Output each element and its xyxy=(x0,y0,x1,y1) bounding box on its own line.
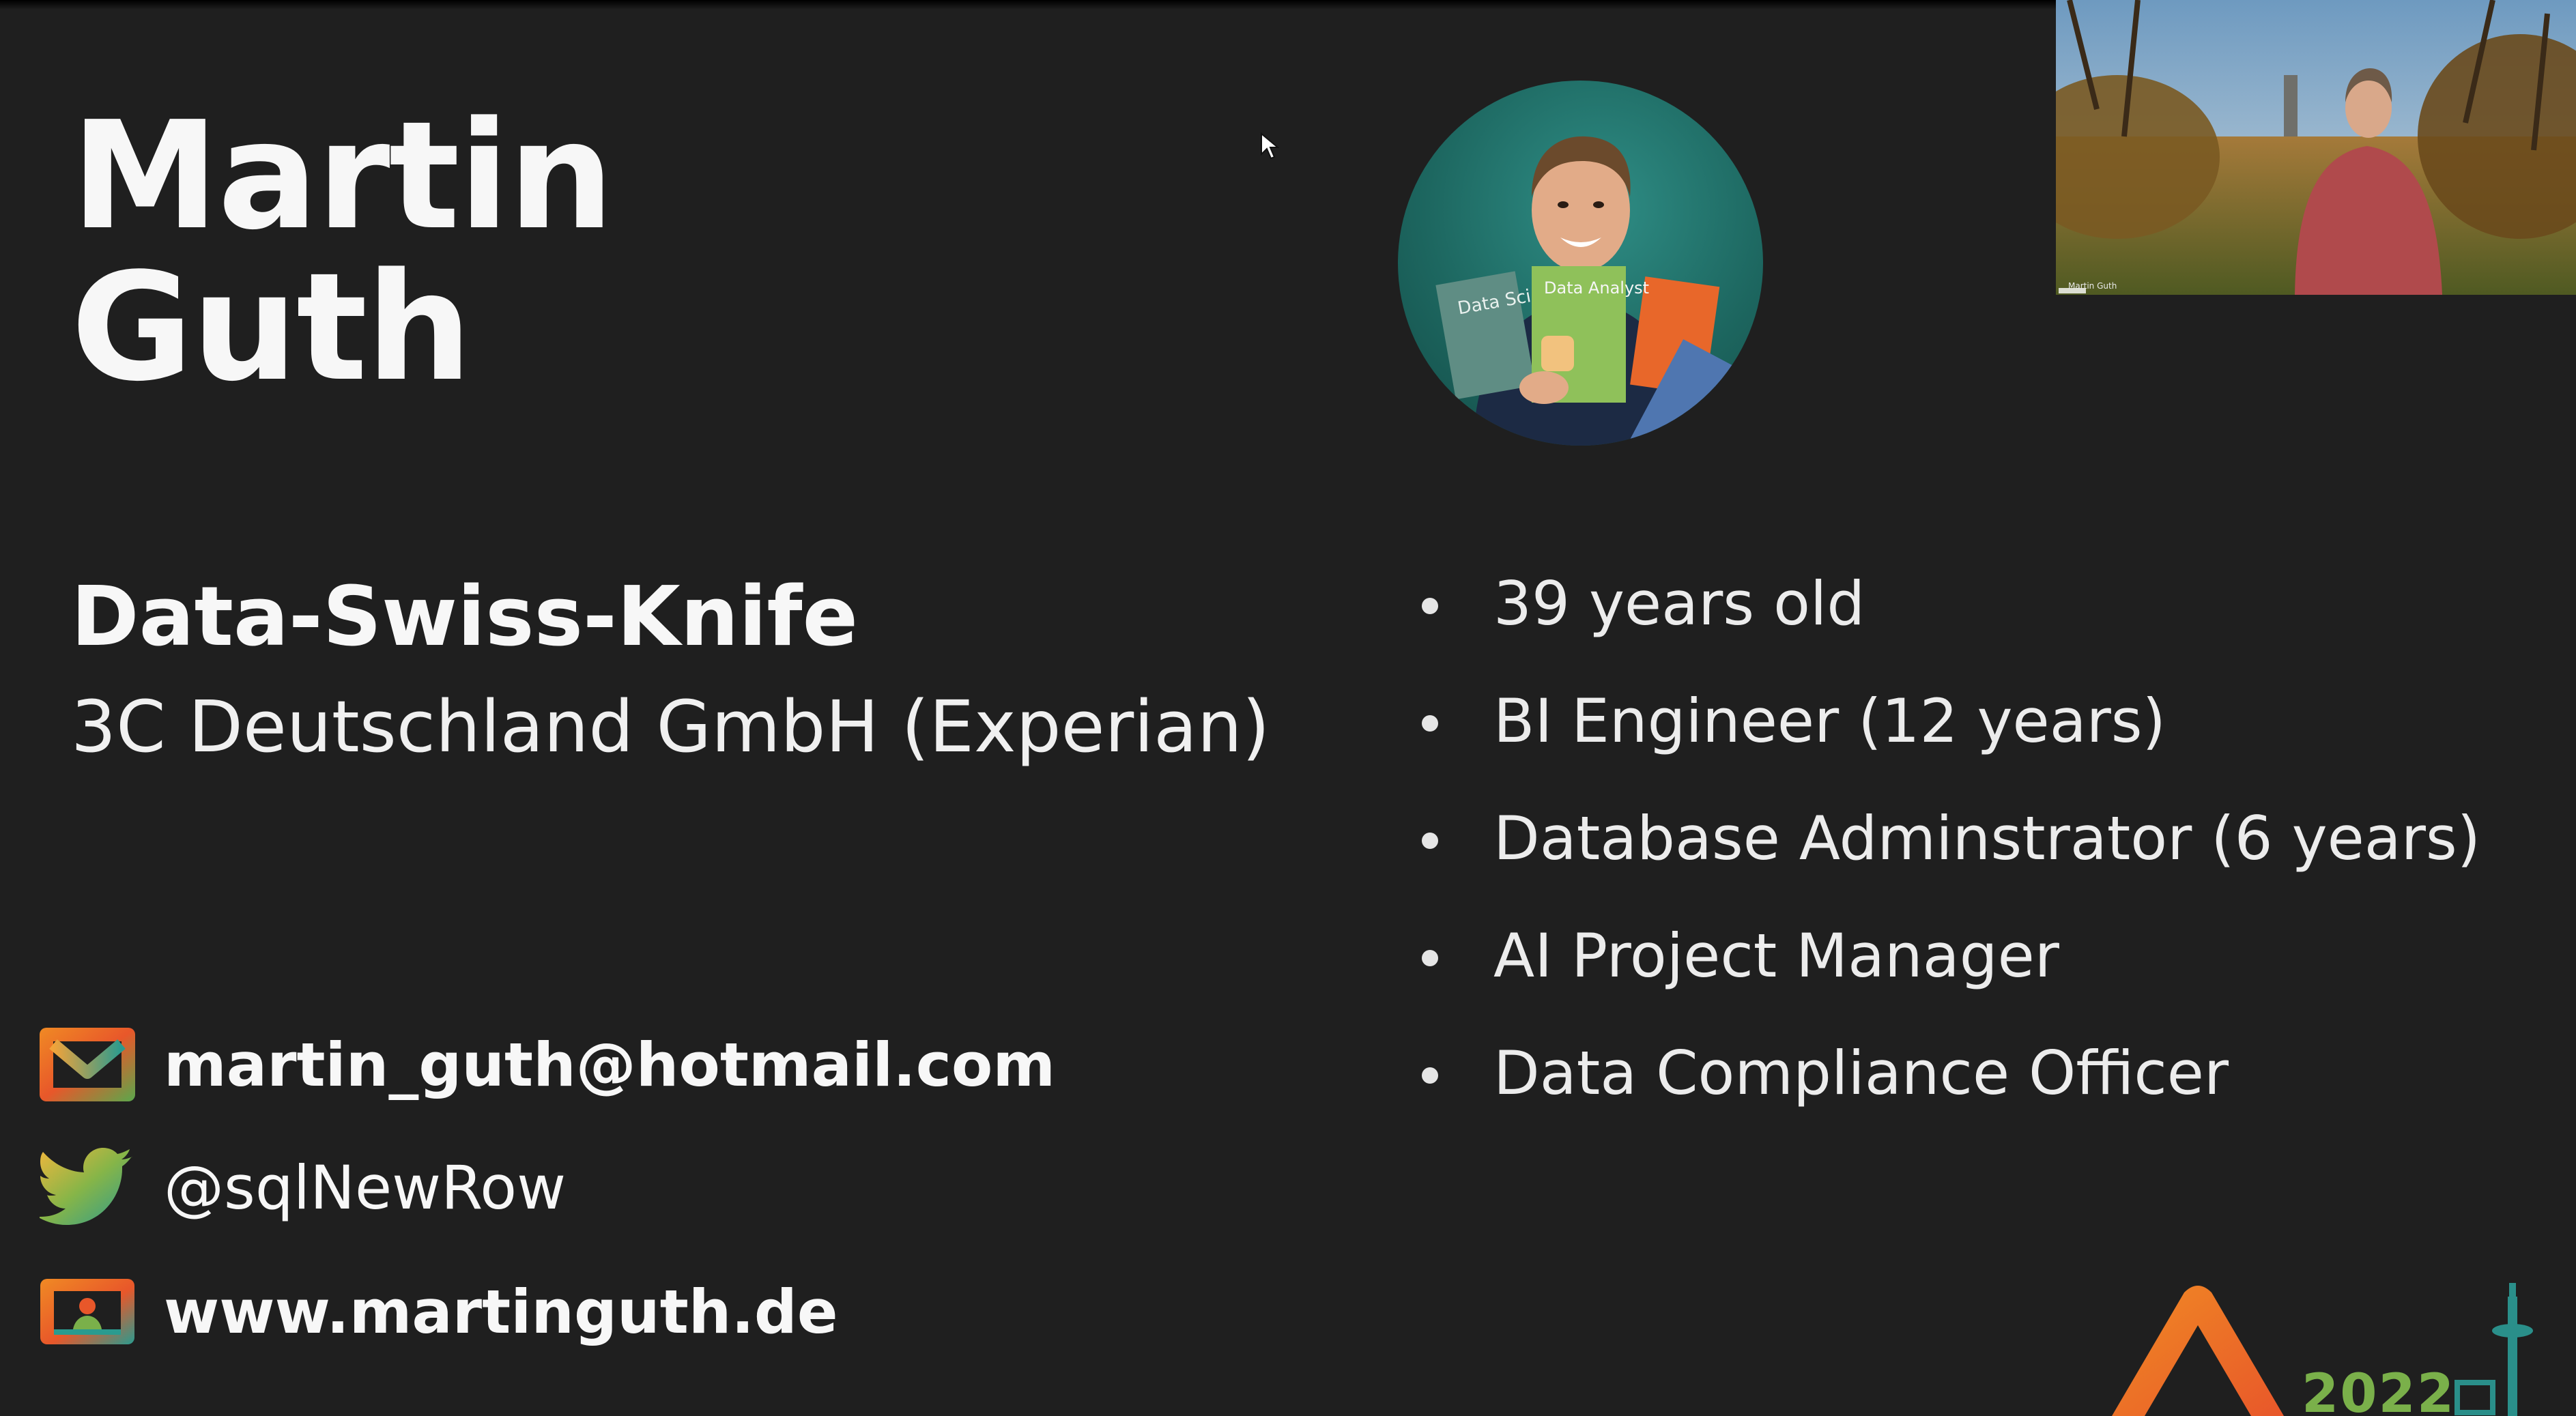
website-url[interactable]: www.martinguth.de xyxy=(164,1277,838,1347)
email-icon xyxy=(35,1017,139,1112)
webcam-thumbnail[interactable]: Martin Guth xyxy=(2056,0,2576,295)
contact-twitter: @sqlNewRow xyxy=(35,1140,566,1235)
participant-name: Martin Guth xyxy=(2068,281,2117,291)
fact-compliance: Data Compliance Officer xyxy=(1413,1029,2480,1146)
contact-website: www.martinguth.de xyxy=(35,1264,838,1359)
contact-email: martin_guth@hotmail.com xyxy=(35,1017,1055,1112)
fact-ai-pm: AI Project Manager xyxy=(1413,912,2480,1029)
fact-dba: Database Adminstrator (6 years) xyxy=(1413,794,2480,912)
fact-list: 39 years old BI Engineer (12 years) Data… xyxy=(1413,560,2480,1146)
speaker-title: Data-Swiss-Knife xyxy=(71,570,858,665)
book-title-analyst: Data Analyst xyxy=(1544,278,1649,298)
speaker-photo: Data Scientist Data Analyst xyxy=(1398,81,1763,446)
website-icon xyxy=(35,1264,139,1359)
conference-year: 2022 xyxy=(2302,1363,2456,1416)
email-address[interactable]: martin_guth@hotmail.com xyxy=(164,1030,1055,1100)
speaker-company: 3C Deutschland GmbH (Experian) xyxy=(71,685,1270,768)
conference-logo: 2022 xyxy=(2102,1283,2576,1416)
twitter-icon xyxy=(35,1140,139,1235)
fact-bi-engineer: BI Engineer (12 years) xyxy=(1413,677,2480,794)
mouse-cursor-icon xyxy=(1260,132,1280,162)
speaker-name: Martin Guth xyxy=(71,90,614,414)
presentation-slide: Martin Guth Data-Swiss-Knife 3C Deutschl… xyxy=(0,0,2576,1416)
fact-age: 39 years old xyxy=(1413,560,2480,677)
twitter-handle[interactable]: @sqlNewRow xyxy=(164,1153,566,1223)
